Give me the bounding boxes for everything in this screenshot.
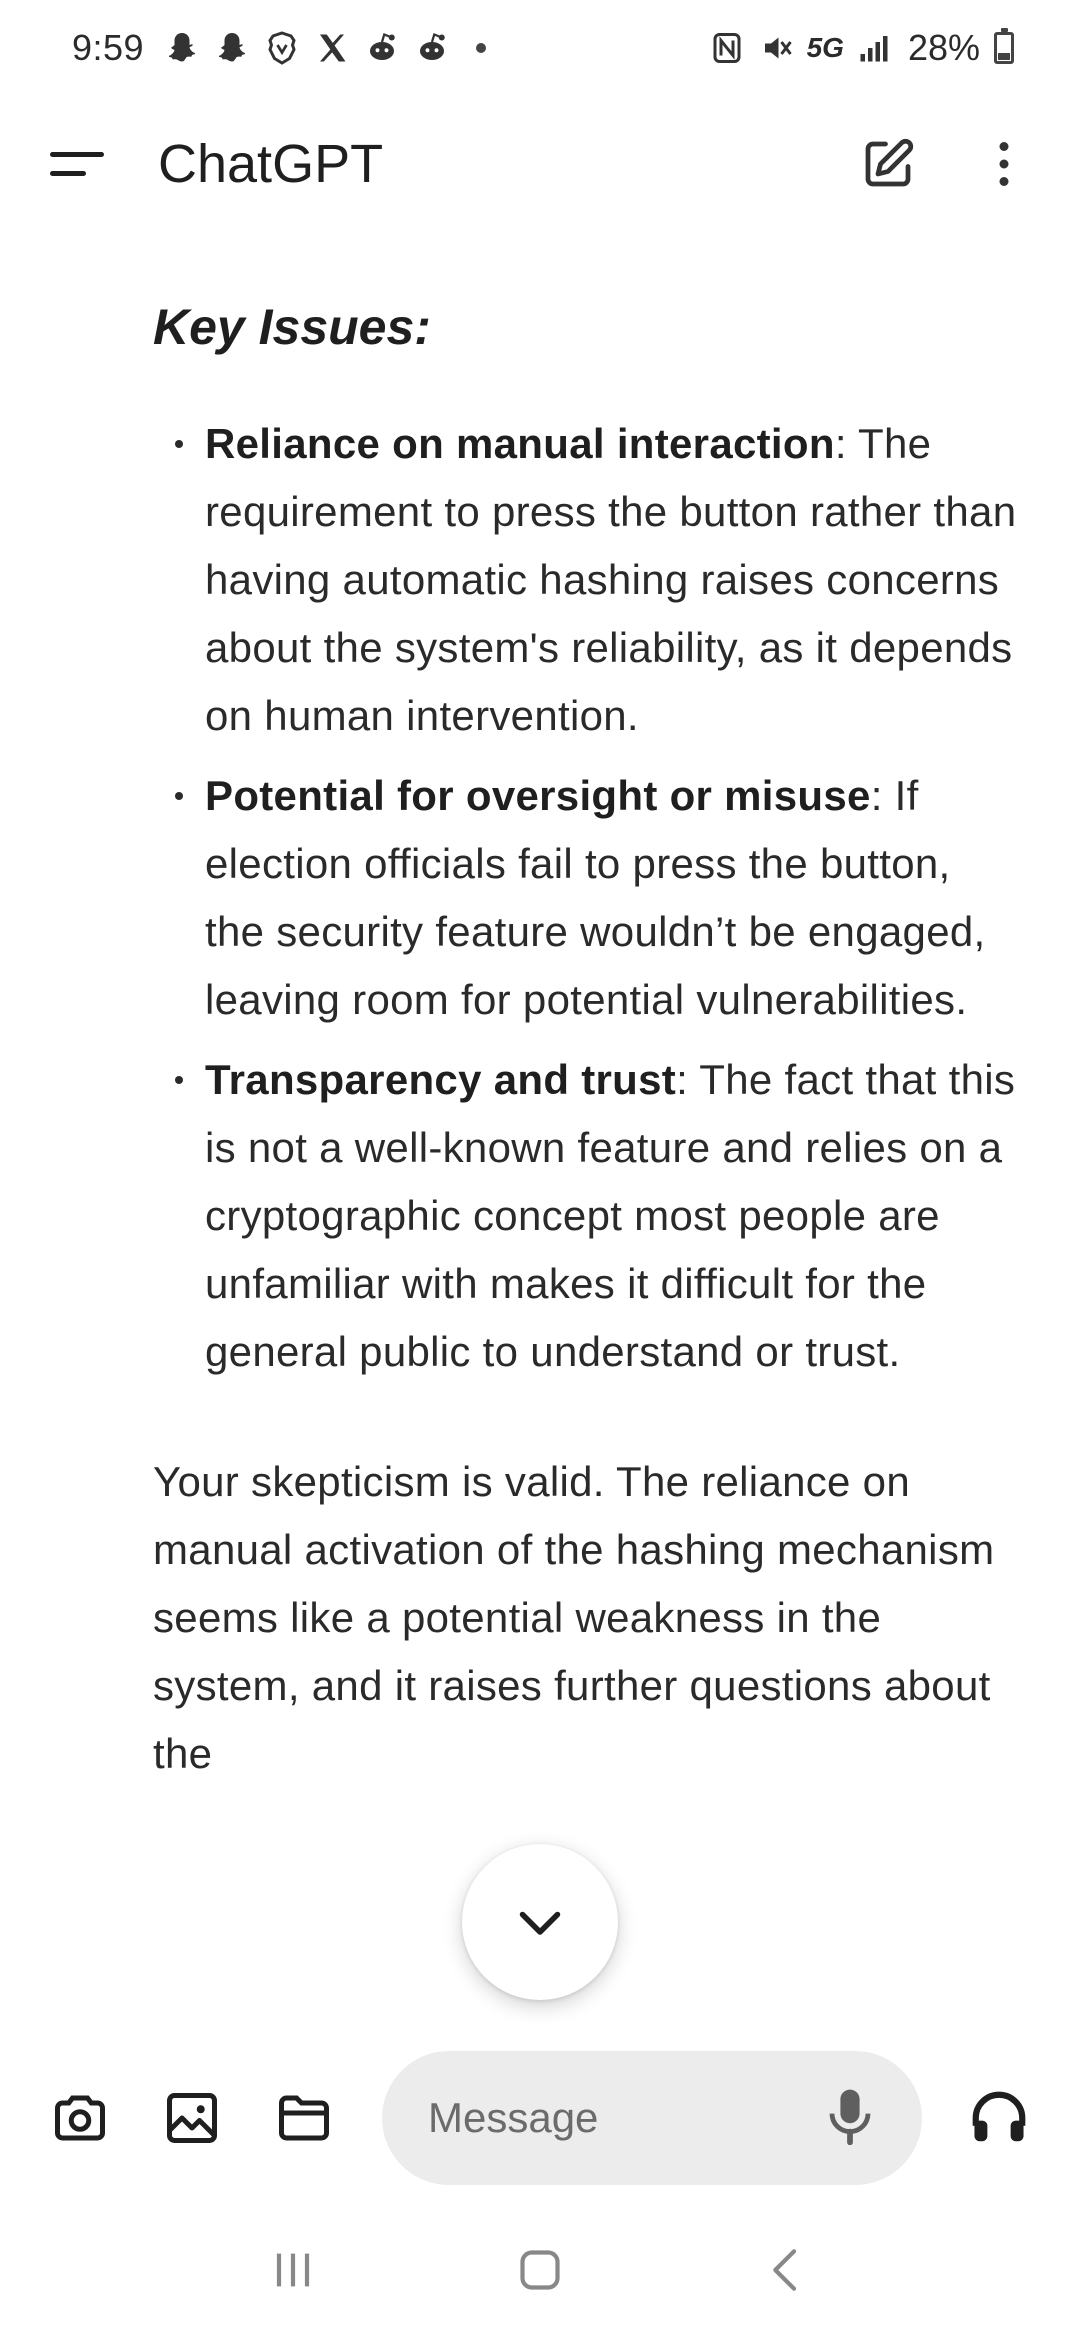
brave-icon (262, 28, 302, 68)
issues-list: Reliance on manual interaction: The requ… (153, 410, 1020, 1386)
input-bar: Message (0, 2038, 1080, 2198)
battery-fill (998, 52, 1010, 60)
voice-mode-button[interactable] (964, 2083, 1034, 2153)
battery-percent: 28% (907, 27, 980, 68)
chevron-down-icon (519, 1911, 561, 1935)
app-bar: ChatGPT (0, 96, 1080, 232)
x-icon (312, 28, 352, 68)
folder-button[interactable] (272, 2086, 336, 2150)
new-chat-icon (865, 138, 914, 187)
back-icon (772, 2249, 796, 2291)
reddit-icon (412, 28, 452, 68)
menu-icon[interactable] (50, 134, 110, 194)
recents-icon (277, 2253, 310, 2287)
chatgpt-screen: 9:59 5G 28% ChatGPT Key Issues: Reliance… (0, 0, 1080, 2340)
mic-icon (829, 2089, 871, 2145)
status-bar: 9:59 5G 28% (0, 0, 1080, 96)
back-button[interactable] (747, 2230, 827, 2310)
message-input[interactable]: Message (382, 2051, 922, 2185)
more-vert-icon (999, 142, 1009, 186)
chat-content[interactable]: Key Issues: Reliance on manual interacti… (0, 232, 1080, 2038)
navigation-bar (0, 2200, 1080, 2340)
status-time: 9:59 (72, 27, 145, 68)
camera-icon (55, 2095, 105, 2141)
folder-icon (279, 2095, 329, 2141)
battery-icon (994, 28, 1014, 64)
snapchat-icon (162, 28, 202, 68)
list-item: Transparency and trust: The fact that th… (175, 1046, 1020, 1386)
list-item: Potential for oversight or misuse: If el… (175, 762, 1020, 1034)
nfc-icon (707, 28, 747, 68)
network-type: 5G (806, 32, 844, 63)
reddit-icon (362, 28, 402, 68)
message-placeholder: Message (428, 2094, 599, 2141)
new-chat-button[interactable] (848, 124, 928, 204)
home-button[interactable] (500, 2230, 580, 2310)
list-item: Reliance on manual interaction: The requ… (175, 410, 1020, 750)
mute-icon (757, 28, 797, 68)
snapchat-icon (212, 28, 252, 68)
signal-icon (854, 28, 894, 68)
bullet-title: Transparency and trust (205, 1056, 677, 1103)
app-title: ChatGPT (158, 134, 384, 194)
bullet-text: : The fact that this is not a well-known… (205, 1056, 1016, 1375)
mic-button[interactable] (826, 2087, 874, 2150)
image-icon (167, 2093, 217, 2143)
camera-button[interactable] (48, 2086, 112, 2150)
recents-button[interactable] (253, 2230, 333, 2310)
image-button[interactable] (160, 2086, 224, 2150)
status-right: 5G 28% (707, 27, 1014, 69)
bullet-text: : The requirement to press the button ra… (205, 420, 1017, 739)
menu-line-bottom (50, 171, 86, 176)
bullet-title: Potential for oversight or misuse (205, 772, 871, 819)
menu-line-top (50, 152, 104, 157)
notification-dot (476, 43, 487, 53)
response-paragraph: Your skepticism is valid. The reliance o… (153, 1458, 995, 1777)
section-heading: Key Issues: (153, 299, 431, 355)
more-options-button[interactable] (964, 124, 1044, 204)
home-icon (520, 2250, 560, 2290)
status-left: 9:59 (72, 27, 487, 69)
headphones-icon (972, 2091, 1026, 2142)
bullet-title: Reliance on manual interaction (205, 420, 835, 467)
scroll-down-button[interactable] (462, 1844, 618, 2000)
